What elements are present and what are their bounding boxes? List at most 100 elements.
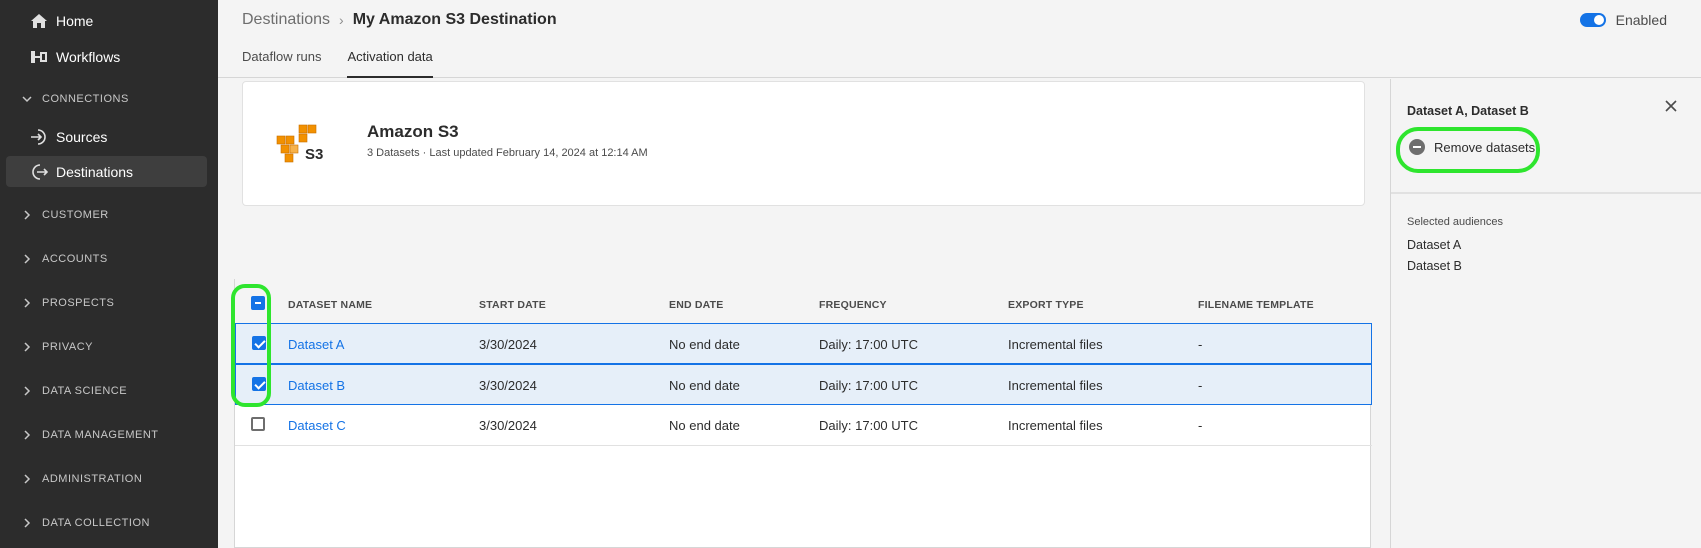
sidebar-item-sources[interactable]: Sources [6,121,207,152]
sidebar-section-customer[interactable]: CUSTOMER [0,203,218,227]
breadcrumb-destinations-link[interactable]: Destinations [242,11,330,29]
table-header: DATASET NAME START DATE END DATE FREQUEN… [235,279,1372,323]
start-date: 3/30/2024 [479,418,537,433]
chevron-right-icon [22,518,42,528]
close-icon[interactable] [1663,98,1679,114]
select-all-checkbox[interactable] [251,296,265,310]
tab-activation-data[interactable]: Activation data [347,49,433,78]
column-header[interactable]: EXPORT TYPE [1008,299,1084,311]
dataset-name-link[interactable]: Dataset B [288,378,345,393]
breadcrumb: Destinations › My Amazon S3 Destination [242,11,557,29]
sidebar-item-workflows[interactable]: Workflows [6,41,207,72]
row-checkbox[interactable] [251,417,265,431]
sidebar-section-prospects[interactable]: PROSPECTS [0,291,218,315]
page-title: My Amazon S3 Destination [352,11,557,28]
datasets-table: DATASET NAME START DATE END DATE FREQUEN… [234,279,1372,548]
selected-audience-item: Dataset A [1407,238,1462,252]
sidebar-section-connections[interactable]: CONNECTIONS [0,87,218,111]
section-label: DATA COLLECTION [42,517,150,529]
tab-dataflow-runs[interactable]: Dataflow runs [242,49,321,78]
section-label: DATA SCIENCE [42,385,128,397]
chevron-right-icon: › [339,12,344,28]
sidebar-item-label: Home [56,12,94,29]
section-label: CONNECTIONS [42,93,129,105]
frequency: Daily: 17:00 UTC [819,418,918,433]
enabled-toggle[interactable]: Enabled [1579,12,1667,28]
selected-audiences-label: Selected audiences [1407,216,1504,228]
table-row[interactable]: Dataset B 3/30/2024 No end date Daily: 1… [235,364,1372,405]
filename-template: - [1198,418,1203,433]
sidebar-section-data-science[interactable]: DATA SCIENCE [0,379,218,403]
page-header: Destinations › My Amazon S3 Destination … [218,0,1701,78]
chevron-right-icon [22,210,42,220]
start-date: 3/30/2024 [479,337,537,352]
sidebar-section-administration[interactable]: ADMINISTRATION [0,467,218,491]
destination-title: Amazon S3 [367,122,459,141]
table-row[interactable]: Dataset A 3/30/2024 No end date Daily: 1… [235,323,1372,364]
column-header[interactable]: END DATE [669,299,724,311]
section-label: DATA MANAGEMENT [42,429,159,441]
frequency: Daily: 17:00 UTC [819,337,918,352]
sidebar-item-home[interactable]: Home [6,5,207,36]
selected-audience-item: Dataset B [1407,259,1462,273]
end-date: No end date [669,378,740,393]
filename-template: - [1198,378,1203,393]
column-header[interactable]: START DATE [479,299,546,311]
dataset-name-link[interactable]: Dataset A [288,337,344,352]
remove-datasets-label: Remove datasets [1434,139,1536,155]
divider [1391,192,1701,194]
column-header[interactable]: FREQUENCY [819,299,887,311]
section-label: PRIVACY [42,341,93,353]
panel-title: Dataset A, Dataset B [1407,104,1529,118]
sidebar-item-label: Sources [56,128,108,145]
home-icon [30,13,54,29]
sidebar: Home Workflows CONNECTIONS Sources Desti… [0,0,218,548]
sidebar-section-data-management[interactable]: DATA MANAGEMENT [0,423,218,447]
chevron-right-icon [22,342,42,352]
remove-icon [1409,139,1425,155]
end-date: No end date [669,418,740,433]
column-header[interactable]: FILENAME TEMPLATE [1198,299,1314,311]
export-type: Incremental files [1008,337,1103,352]
column-header[interactable]: DATASET NAME [288,299,372,311]
export-type: Incremental files [1008,378,1103,393]
sidebar-section-accounts[interactable]: ACCOUNTS [0,247,218,271]
table-row[interactable]: Dataset C 3/30/2024 No end date Daily: 1… [235,405,1372,446]
row-checkbox[interactable] [252,336,266,350]
chevron-right-icon [22,430,42,440]
remove-datasets-button[interactable]: Remove datasets [1409,139,1535,155]
section-label: ACCOUNTS [42,253,108,265]
end-date: No end date [669,337,740,352]
amazon-s3-logo: S3 [273,124,329,168]
filename-template: - [1198,337,1203,352]
selection-panel: Dataset A, Dataset B Remove datasets Sel… [1390,79,1701,548]
section-label: CUSTOMER [42,209,109,221]
chevron-right-icon [22,474,42,484]
destinations-icon [30,163,54,181]
sidebar-item-destinations[interactable]: Destinations [6,156,207,187]
main-content: S3 Amazon S3 3 Datasets · Last updated F… [218,79,1390,548]
tab-bar: Dataflow runs Activation data [242,49,459,78]
logo-text: S3 [305,146,324,163]
chevron-down-icon [22,94,42,104]
start-date: 3/30/2024 [479,378,537,393]
sidebar-item-label: Workflows [56,48,121,65]
sidebar-section-data-collection[interactable]: DATA COLLECTION [0,511,218,535]
chevron-right-icon [22,386,42,396]
workflow-icon [30,49,54,65]
destination-summary-card: S3 Amazon S3 3 Datasets · Last updated F… [242,81,1365,206]
frequency: Daily: 17:00 UTC [819,378,918,393]
export-type: Incremental files [1008,418,1103,433]
toggle-switch[interactable] [1579,13,1606,27]
destination-meta: 3 Datasets · Last updated February 14, 2… [367,147,648,159]
dataset-name-link[interactable]: Dataset C [288,418,346,433]
row-checkbox[interactable] [252,377,266,391]
section-label: PROSPECTS [42,297,115,309]
sidebar-section-privacy[interactable]: PRIVACY [0,335,218,359]
sidebar-item-label: Destinations [56,163,134,180]
toggle-label: Enabled [1615,12,1667,28]
chevron-right-icon [22,298,42,308]
section-label: ADMINISTRATION [42,473,143,485]
chevron-right-icon [22,254,42,264]
sources-icon [30,128,54,146]
